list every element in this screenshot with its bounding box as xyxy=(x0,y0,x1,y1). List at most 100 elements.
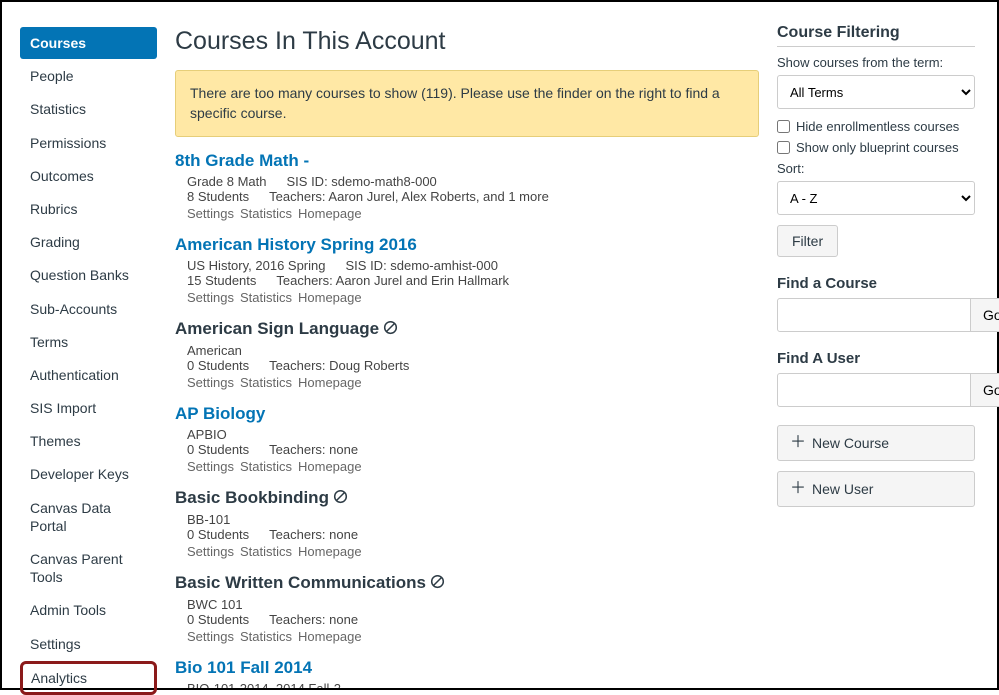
course-meta-text: 0 Students xyxy=(187,612,249,627)
find-course-heading: Find a Course xyxy=(777,275,975,292)
course-meta-text: 15 Students xyxy=(187,273,256,288)
course-meta-text: BB-101 xyxy=(187,512,230,527)
course-homepage-link[interactable]: Homepage xyxy=(298,375,362,390)
course-item: 8th Grade Math - Grade 8 Math SIS ID: sdem… xyxy=(175,151,759,221)
course-item: American History Spring 2016 US History, … xyxy=(175,235,759,305)
sidebar-item-question-banks[interactable]: Question Banks xyxy=(20,259,157,291)
course-meta-text: SIS ID: sdemo-math8-000 xyxy=(287,174,437,189)
course-meta-text: 8 Students xyxy=(187,189,249,204)
course-meta-text: 0 Students xyxy=(187,358,249,373)
course-title-link[interactable]: American History Spring 2016 xyxy=(175,235,417,255)
course-title-link[interactable]: AP Biology xyxy=(175,404,265,424)
main-content: Courses In This Account There are too ma… xyxy=(157,2,777,688)
plus-icon: ＋ xyxy=(790,481,806,497)
course-list: 8th Grade Math - Grade 8 Math SIS ID: sdem… xyxy=(175,151,759,688)
hide-enrollmentless-checkbox[interactable] xyxy=(777,120,790,133)
course-meta-text: Teachers: Doug Roberts xyxy=(269,358,409,373)
course-homepage-link[interactable]: Homepage xyxy=(298,544,362,559)
sidebar-item-outcomes[interactable]: Outcomes xyxy=(20,160,157,192)
sidebar-item-courses[interactable]: Courses xyxy=(20,27,157,59)
sidebar-item-canvas-parent-tools[interactable]: Canvas Parent Tools xyxy=(20,543,157,593)
course-item: Basic Bookbinding BB-1010 Students Teacher… xyxy=(175,488,759,559)
unpublished-icon xyxy=(430,574,445,594)
course-item: Basic Written Communications BWC 1010 Stu… xyxy=(175,573,759,644)
right-sidebar: Course Filtering Show courses from the t… xyxy=(777,2,997,688)
term-label: Show courses from the term: xyxy=(777,55,975,70)
course-statistics-link[interactable]: Statistics xyxy=(240,206,292,221)
course-meta-text: Teachers: Aaron Jurel and Erin Hallmark xyxy=(276,273,509,288)
course-statistics-link[interactable]: Statistics xyxy=(240,544,292,559)
term-select[interactable]: All Terms xyxy=(777,75,975,109)
show-blueprint-checkbox[interactable] xyxy=(777,141,790,154)
course-title-link[interactable]: 8th Grade Math - xyxy=(175,151,309,171)
course-title-link[interactable]: American Sign Language xyxy=(175,319,398,340)
course-settings-link[interactable]: Settings xyxy=(187,290,234,305)
show-blueprint-label: Show only blueprint courses xyxy=(796,140,959,155)
new-user-button[interactable]: ＋ New User xyxy=(777,471,975,507)
sidebar-item-admin-tools[interactable]: Admin Tools xyxy=(20,594,157,626)
sidebar-item-authentication[interactable]: Authentication xyxy=(20,359,157,391)
plus-icon: ＋ xyxy=(790,435,806,451)
sort-label: Sort: xyxy=(777,161,975,176)
unpublished-icon xyxy=(333,489,348,509)
course-homepage-link[interactable]: Homepage xyxy=(298,459,362,474)
sidebar-item-statistics[interactable]: Statistics xyxy=(20,93,157,125)
hide-enrollmentless-label: Hide enrollmentless courses xyxy=(796,119,959,134)
sidebar-item-terms[interactable]: Terms xyxy=(20,326,157,358)
unpublished-icon xyxy=(383,320,398,340)
sidebar-item-rubrics[interactable]: Rubrics xyxy=(20,193,157,225)
sidebar-item-canvas-data-portal[interactable]: Canvas Data Portal xyxy=(20,492,157,542)
course-item: American Sign Language American0 Students… xyxy=(175,319,759,390)
course-statistics-link[interactable]: Statistics xyxy=(240,629,292,644)
page-title: Courses In This Account xyxy=(175,27,759,56)
course-title-link[interactable]: Basic Bookbinding xyxy=(175,488,348,509)
course-meta-text: Teachers: none xyxy=(269,442,358,457)
account-sidebar: CoursesPeopleStatisticsPermissionsOutcom… xyxy=(2,2,157,688)
find-user-input[interactable] xyxy=(777,373,971,407)
too-many-courses-alert: There are too many courses to show (119)… xyxy=(175,70,759,137)
course-meta-text: BIO-101-2014, 2014 Fall-2 xyxy=(187,681,341,688)
course-meta-text: 0 Students xyxy=(187,527,249,542)
course-statistics-link[interactable]: Statistics xyxy=(240,290,292,305)
course-meta-text: Teachers: none xyxy=(269,527,358,542)
sidebar-item-permissions[interactable]: Permissions xyxy=(20,127,157,159)
sidebar-item-sub-accounts[interactable]: Sub-Accounts xyxy=(20,293,157,325)
course-item: AP Biology APBIO0 Students Teachers: none S… xyxy=(175,404,759,474)
sidebar-item-sis-import[interactable]: SIS Import xyxy=(20,392,157,424)
course-homepage-link[interactable]: Homepage xyxy=(298,206,362,221)
find-course-input[interactable] xyxy=(777,298,971,332)
course-statistics-link[interactable]: Statistics xyxy=(240,375,292,390)
course-settings-link[interactable]: Settings xyxy=(187,629,234,644)
new-course-button[interactable]: ＋ New Course xyxy=(777,425,975,461)
course-item: Bio 101 Fall 2014 BIO-101-2014, 2014 Fall… xyxy=(175,658,759,688)
course-settings-link[interactable]: Settings xyxy=(187,544,234,559)
find-user-heading: Find A User xyxy=(777,350,975,367)
sidebar-item-developer-keys[interactable]: Developer Keys xyxy=(20,458,157,490)
course-settings-link[interactable]: Settings xyxy=(187,375,234,390)
sidebar-item-people[interactable]: People xyxy=(20,60,157,92)
course-title-link[interactable]: Basic Written Communications xyxy=(175,573,445,594)
sidebar-item-themes[interactable]: Themes xyxy=(20,425,157,457)
course-title-link[interactable]: Bio 101 Fall 2014 xyxy=(175,658,312,678)
sidebar-item-settings[interactable]: Settings xyxy=(20,628,157,660)
find-user-go-button[interactable]: Go xyxy=(971,373,999,407)
course-meta-text: BWC 101 xyxy=(187,597,243,612)
sort-select[interactable]: A - Z xyxy=(777,181,975,215)
course-filtering-heading: Course Filtering xyxy=(777,24,975,47)
course-meta-text: American xyxy=(187,343,242,358)
course-meta-text: Teachers: Aaron Jurel, Alex Roberts, and… xyxy=(269,189,549,204)
course-homepage-link[interactable]: Homepage xyxy=(298,629,362,644)
filter-button[interactable]: Filter xyxy=(777,225,838,257)
course-settings-link[interactable]: Settings xyxy=(187,459,234,474)
course-meta-text: APBIO xyxy=(187,427,227,442)
course-meta-text: 0 Students xyxy=(187,442,249,457)
sidebar-item-grading[interactable]: Grading xyxy=(20,226,157,258)
course-statistics-link[interactable]: Statistics xyxy=(240,459,292,474)
course-meta-text: SIS ID: sdemo-amhist-000 xyxy=(346,258,498,273)
course-meta-text: US History, 2016 Spring xyxy=(187,258,326,273)
course-meta-text: Teachers: none xyxy=(269,612,358,627)
find-course-go-button[interactable]: Go xyxy=(971,298,999,332)
course-meta-text: Grade 8 Math xyxy=(187,174,267,189)
course-settings-link[interactable]: Settings xyxy=(187,206,234,221)
course-homepage-link[interactable]: Homepage xyxy=(298,290,362,305)
